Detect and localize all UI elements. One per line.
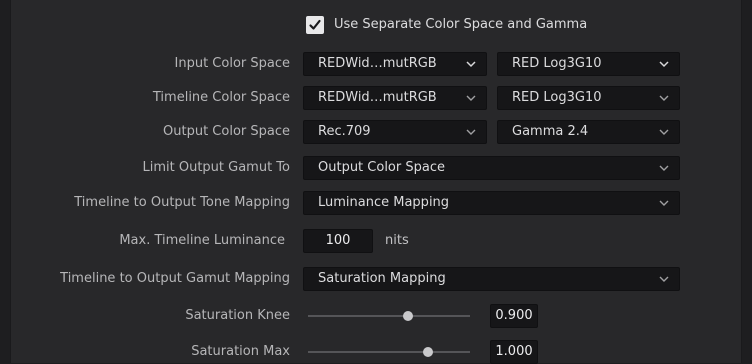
saturation-max-slider-handle[interactable] xyxy=(423,347,434,357)
chevron-down-icon xyxy=(659,60,669,68)
timeline-gamma-dropdown[interactable]: RED Log3G10 xyxy=(497,86,680,110)
max-luminance-label: Max. Timeline Luminance xyxy=(119,233,285,248)
timeline-gamma-value: RED Log3G10 xyxy=(512,90,602,105)
output-color-space-dropdown[interactable]: Rec.709 xyxy=(303,120,487,144)
saturation-knee-slider-handle[interactable] xyxy=(403,311,414,321)
limit-output-gamut-label: Limit Output Gamut To xyxy=(142,160,290,175)
input-gamma-value: RED Log3G10 xyxy=(512,56,602,71)
separate-color-space-label: Use Separate Color Space and Gamma xyxy=(334,17,588,32)
chevron-down-icon xyxy=(659,94,669,102)
gamut-mapping-label: Timeline to Output Gamut Mapping xyxy=(60,271,290,286)
saturation-knee-input[interactable]: 0.900 xyxy=(490,304,538,328)
input-color-space-row: Input Color Space REDWid…mutRGB RED Log3… xyxy=(0,52,752,76)
saturation-knee-label: Saturation Knee xyxy=(185,308,290,323)
chevron-down-icon xyxy=(659,275,669,283)
timeline-color-space-value: REDWid…mutRGB xyxy=(318,90,437,105)
chevron-down-icon xyxy=(659,128,669,136)
limit-output-gamut-value: Output Color Space xyxy=(318,160,445,175)
output-gamma-dropdown[interactable]: Gamma 2.4 xyxy=(497,120,680,144)
saturation-knee-slider[interactable] xyxy=(308,315,470,317)
limit-output-gamut-dropdown[interactable]: Output Color Space xyxy=(303,156,680,180)
timeline-color-space-label: Timeline Color Space xyxy=(152,90,290,105)
max-luminance-row: Max. Timeline Luminance 100 nits xyxy=(0,229,752,253)
chevron-down-icon xyxy=(466,94,476,102)
chevron-down-icon xyxy=(659,164,669,172)
input-color-space-dropdown[interactable]: REDWid…mutRGB xyxy=(303,52,487,76)
gamut-mapping-value: Saturation Mapping xyxy=(318,271,446,286)
saturation-max-slider[interactable] xyxy=(308,351,470,353)
separate-color-space-checkbox[interactable] xyxy=(306,16,324,34)
tone-mapping-value: Luminance Mapping xyxy=(318,195,450,210)
tone-mapping-dropdown[interactable]: Luminance Mapping xyxy=(303,191,680,215)
output-color-space-label: Output Color Space xyxy=(163,124,290,139)
chevron-down-icon xyxy=(659,199,669,207)
limit-output-gamut-row: Limit Output Gamut To Output Color Space xyxy=(0,156,752,180)
tone-mapping-row: Timeline to Output Tone Mapping Luminanc… xyxy=(0,191,752,215)
max-luminance-input[interactable]: 100 xyxy=(303,229,373,253)
max-luminance-unit: nits xyxy=(385,233,409,248)
saturation-max-label: Saturation Max xyxy=(191,344,290,359)
input-gamma-dropdown[interactable]: RED Log3G10 xyxy=(497,52,680,76)
tone-mapping-label: Timeline to Output Tone Mapping xyxy=(74,195,290,210)
timeline-color-space-dropdown[interactable]: REDWid…mutRGB xyxy=(303,86,487,110)
gamut-mapping-dropdown[interactable]: Saturation Mapping xyxy=(303,267,680,291)
saturation-max-row: Saturation Max 1.000 xyxy=(0,340,752,364)
checkmark-icon xyxy=(309,19,321,30)
input-color-space-label: Input Color Space xyxy=(174,56,290,71)
timeline-color-space-row: Timeline Color Space REDWid…mutRGB RED L… xyxy=(0,86,752,110)
chevron-down-icon xyxy=(466,60,476,68)
output-color-space-value: Rec.709 xyxy=(318,124,371,139)
saturation-max-input[interactable]: 1.000 xyxy=(490,340,538,364)
output-color-space-row: Output Color Space Rec.709 Gamma 2.4 xyxy=(0,120,752,144)
output-gamma-value: Gamma 2.4 xyxy=(512,124,589,139)
chevron-down-icon xyxy=(466,128,476,136)
saturation-knee-row: Saturation Knee 0.900 xyxy=(0,304,752,328)
input-color-space-value: REDWid…mutRGB xyxy=(318,56,437,71)
gamut-mapping-row: Timeline to Output Gamut Mapping Saturat… xyxy=(0,267,752,291)
